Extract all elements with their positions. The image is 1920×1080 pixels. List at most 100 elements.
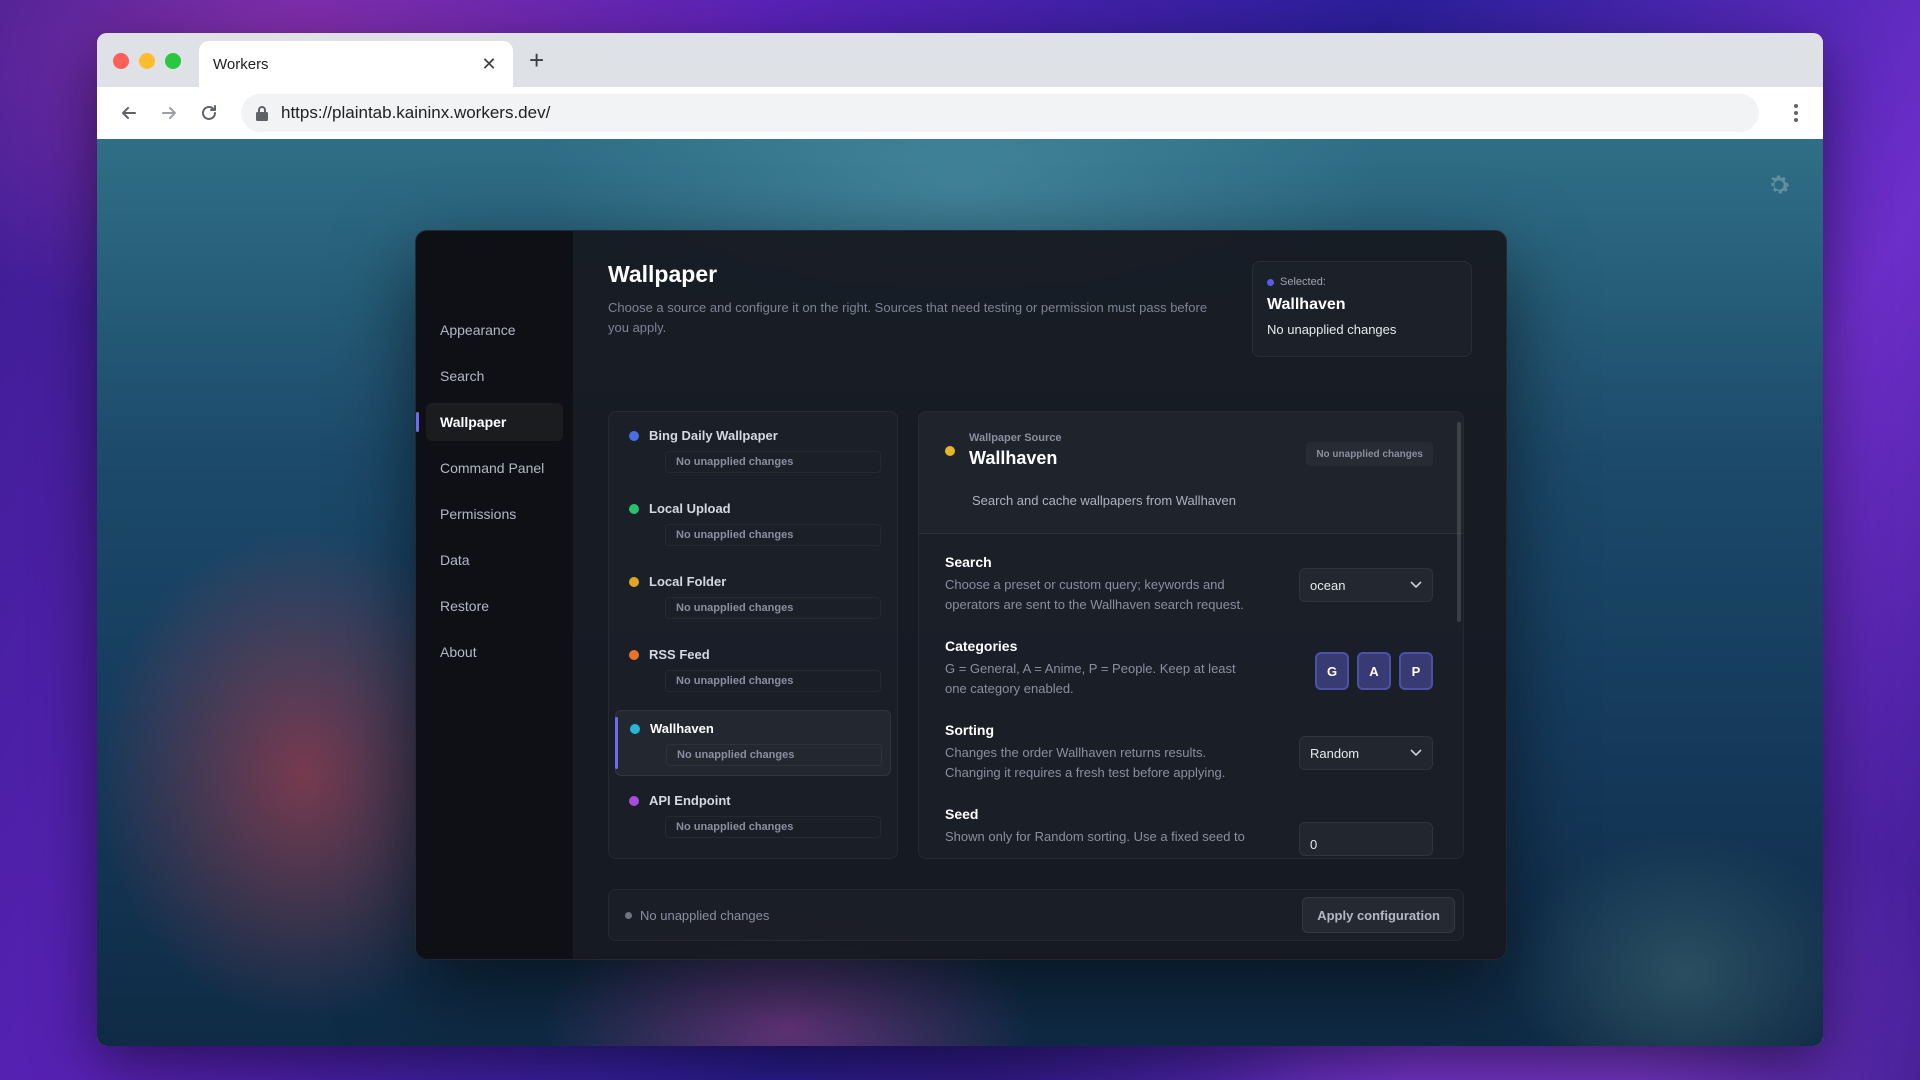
- source-item-local-upload[interactable]: Local Upload No unapplied changes: [615, 491, 891, 557]
- sidebar-item-label: Command Panel: [440, 460, 545, 476]
- seed-input[interactable]: 0: [1299, 822, 1433, 856]
- source-item-rss-feed[interactable]: RSS Feed No unapplied changes: [615, 637, 891, 703]
- tab-title: Workers: [213, 55, 269, 73]
- source-settings: Search Choose a preset or custom query; …: [919, 534, 1463, 858]
- browser-toolbar: https://plaintab.kaininx.workers.dev/: [97, 87, 1823, 139]
- arrow-right-icon: [162, 107, 176, 119]
- reload-button[interactable]: [189, 93, 229, 133]
- source-detail-title: Wallhaven: [969, 448, 1058, 468]
- search-preset-select[interactable]: ocean: [1299, 568, 1433, 602]
- detail-scrollbar[interactable]: [1455, 416, 1463, 856]
- url-text: https://plaintab.kaininx.workers.dev/: [281, 103, 551, 122]
- chevron-down-icon: [1410, 581, 1422, 589]
- setting-title: Seed: [945, 806, 979, 822]
- browser-window: Workers ✕ + https://plaintab.kaininx.wor…: [97, 33, 1823, 1046]
- source-name: Bing Daily Wallpaper: [649, 428, 778, 443]
- source-name: Wallhaven: [650, 721, 714, 736]
- source-name: RSS Feed: [649, 647, 710, 662]
- source-status-badge: No unapplied changes: [665, 524, 881, 546]
- maximize-window-button[interactable]: [165, 53, 181, 69]
- setting-search: Search Choose a preset or custom query; …: [945, 546, 1437, 630]
- sidebar-item-permissions[interactable]: Permissions: [426, 495, 563, 533]
- arrow-left-icon: [122, 107, 136, 119]
- new-tab-button[interactable]: +: [529, 47, 544, 73]
- source-status-dot: [629, 795, 639, 806]
- sidebar-item-label: Permissions: [440, 506, 517, 522]
- source-status-dot: [629, 430, 639, 441]
- sidebar-item-appearance[interactable]: Appearance: [426, 311, 563, 349]
- category-anime-toggle[interactable]: A: [1357, 652, 1391, 690]
- setting-title: Categories: [945, 638, 1018, 654]
- sidebar-item-label: Search: [440, 368, 485, 384]
- chevron-down-icon: [1410, 749, 1422, 757]
- sidebar-item-label: Appearance: [440, 322, 516, 338]
- tab-bar: Workers ✕ +: [97, 33, 1823, 87]
- sidebar-item-label: Restore: [440, 598, 490, 614]
- source-detail-header: Wallpaper Source Wallhaven No unapplied …: [919, 412, 1463, 534]
- setting-seed: Seed Shown only for Random sorting. Use …: [945, 798, 1437, 858]
- scrollbar-thumb[interactable]: [1457, 422, 1461, 622]
- setting-sorting: Sorting Changes the order Wallhaven retu…: [945, 714, 1437, 798]
- source-item-bing[interactable]: Bing Daily Wallpaper No unapplied change…: [615, 418, 891, 484]
- category-people-toggle[interactable]: P: [1399, 652, 1433, 690]
- settings-gear-button[interactable]: [1765, 171, 1793, 199]
- wallpaper-settings: Wallpaper Choose a source and configure …: [574, 231, 1506, 959]
- setting-description: Choose a preset or custom query; keyword…: [945, 577, 1244, 612]
- sidebar-item-search[interactable]: Search: [426, 357, 563, 395]
- selected-status-dot: [1267, 278, 1274, 286]
- address-bar[interactable]: https://plaintab.kaininx.workers.dev/: [241, 94, 1759, 132]
- apply-footer: No unapplied changes Apply configuration: [608, 889, 1464, 941]
- more-vertical-icon: [1794, 104, 1798, 122]
- selected-source-card: Selected: Wallhaven No unapplied changes: [1252, 261, 1472, 357]
- category-general-toggle[interactable]: G: [1315, 652, 1349, 690]
- source-status-badge: No unapplied changes: [665, 670, 881, 692]
- page-viewport: Appearance Search Wallpaper Command Pane…: [97, 139, 1823, 1046]
- setting-title: Search: [945, 554, 992, 570]
- category-toggles: G A P: [1315, 652, 1433, 690]
- source-status-badge: No unapplied changes: [665, 816, 881, 838]
- sidebar-item-command-panel[interactable]: Command Panel: [426, 449, 563, 487]
- sidebar-item-label: About: [440, 644, 477, 660]
- settings-panel: Appearance Search Wallpaper Command Pane…: [415, 230, 1507, 960]
- source-detail-kicker: Wallpaper Source: [969, 432, 1062, 444]
- source-item-api-endpoint[interactable]: API Endpoint No unapplied changes: [615, 783, 891, 849]
- close-tab-icon[interactable]: ✕: [479, 54, 499, 75]
- forward-button[interactable]: [149, 93, 189, 133]
- setting-description: Shown only for Random sorting. Use a fix…: [945, 829, 1245, 844]
- source-status-badge: No unapplied changes: [665, 451, 881, 473]
- sorting-value: Random: [1310, 745, 1360, 761]
- source-detail-description: Search and cache wallpapers from Wallhav…: [972, 493, 1236, 508]
- browser-menu-button[interactable]: [1781, 93, 1811, 133]
- source-status-dot: [630, 723, 640, 734]
- source-item-local-folder[interactable]: Local Folder No unapplied changes: [615, 564, 891, 630]
- minimize-window-button[interactable]: [139, 53, 155, 69]
- apply-configuration-button[interactable]: Apply configuration: [1302, 897, 1455, 933]
- source-item-wallhaven[interactable]: Wallhaven No unapplied changes: [615, 710, 891, 776]
- selected-source-name: Wallhaven: [1267, 296, 1346, 313]
- reload-icon: [202, 105, 216, 120]
- gear-icon: [1771, 175, 1790, 194]
- sidebar-item-label: Data: [440, 552, 470, 568]
- sidebar-item-wallpaper[interactable]: Wallpaper: [416, 403, 563, 441]
- source-status-badge: No unapplied changes: [665, 597, 881, 619]
- setting-description: G = General, A = Anime, P = People. Keep…: [945, 661, 1236, 696]
- selected-source-status: No unapplied changes: [1267, 322, 1397, 337]
- sidebar-item-restore[interactable]: Restore: [426, 587, 563, 625]
- lock-icon: [256, 106, 268, 121]
- source-name: Local Folder: [649, 574, 727, 589]
- setting-description: Changes the order Wallhaven returns resu…: [945, 745, 1226, 780]
- setting-title: Sorting: [945, 722, 994, 738]
- sorting-select[interactable]: Random: [1299, 736, 1433, 770]
- close-window-button[interactable]: [113, 53, 129, 69]
- browser-tab[interactable]: Workers ✕: [199, 41, 513, 87]
- source-detail-status-badge: No unapplied changes: [1306, 442, 1433, 466]
- back-button[interactable]: [109, 93, 149, 133]
- setting-categories: Categories G = General, A = Anime, P = P…: [945, 630, 1437, 714]
- page-description: Choose a source and configure it on the …: [608, 300, 1208, 335]
- source-status-dot: [629, 649, 639, 660]
- sidebar-item-data[interactable]: Data: [426, 541, 563, 579]
- source-name: API Endpoint: [649, 793, 731, 808]
- footer-status: No unapplied changes: [625, 908, 769, 923]
- source-detail: Wallpaper Source Wallhaven No unapplied …: [918, 411, 1464, 859]
- sidebar-item-about[interactable]: About: [426, 633, 563, 671]
